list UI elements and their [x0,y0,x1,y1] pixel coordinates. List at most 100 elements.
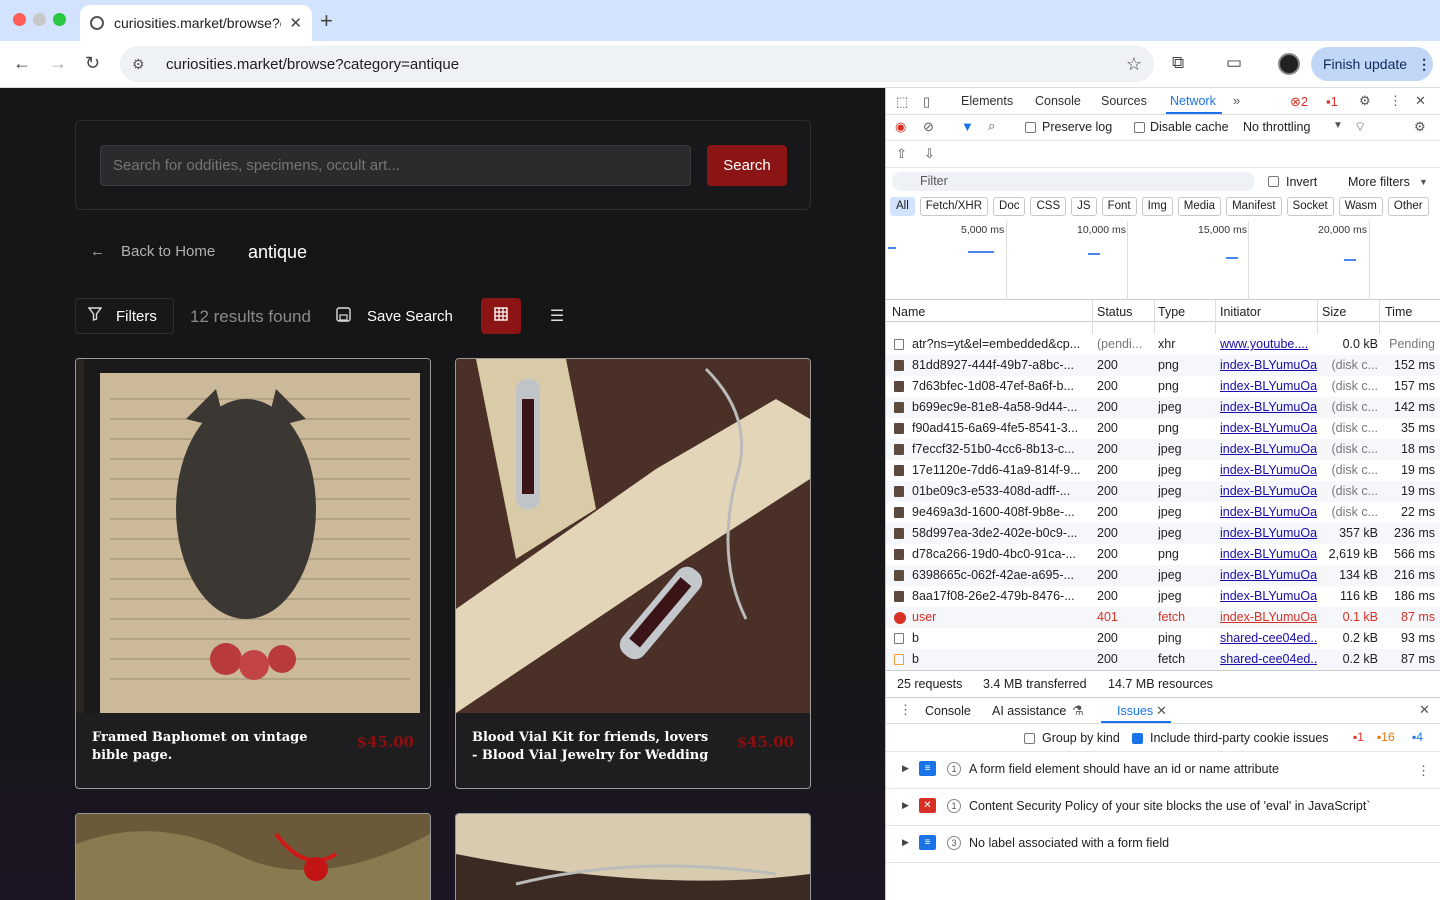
disable-cache-checkbox[interactable] [1134,122,1145,133]
cell-initiator[interactable]: index-BLYumuOa [1220,481,1317,502]
drawer-menu-icon[interactable]: ⋮ [899,702,912,718]
drawer-tab-issues[interactable]: Issues [1117,704,1153,718]
save-search-button[interactable]: Save Search [336,307,453,326]
cell-initiator[interactable]: www.youtube.... [1220,334,1317,355]
maximize-window-button[interactable] [53,13,66,26]
type-filter-js[interactable]: JS [1071,197,1097,216]
clear-icon[interactable]: ⊘ [923,119,934,135]
close-devtools-icon[interactable]: ✕ [1415,93,1426,109]
type-filter-manifest[interactable]: Manifest [1226,197,1282,216]
expand-triangle-icon[interactable]: ▶ [902,763,909,774]
throttling-select[interactable]: No throttling [1243,120,1310,134]
group-by-kind-checkbox[interactable] [1024,733,1035,744]
tab-console[interactable]: Console [1035,94,1081,108]
close-drawer-icon[interactable]: ✕ [1419,702,1430,718]
cast-icon[interactable]: ▭ [1226,53,1242,73]
more-filters-dropdown[interactable]: More filters [1348,175,1410,189]
device-toolbar-icon[interactable]: ▯ [923,94,930,110]
more-tabs-icon[interactable]: » [1233,93,1240,108]
list-view-button[interactable]: ☰ [541,298,573,334]
network-overview-timeline[interactable]: 5,000 ms 10,000 ms 15,000 ms 20,000 ms [886,221,1440,300]
reload-icon[interactable]: ↻ [85,53,100,74]
filters-button[interactable]: Filters [75,298,174,334]
product-image[interactable] [76,359,430,713]
request-row[interactable]: b 200 fetch shared-cee04ed... 0.2 kB 87 ms [886,649,1440,670]
cell-initiator[interactable]: index-BLYumuOa [1220,418,1317,439]
inspect-element-icon[interactable]: ⬚ [896,94,908,110]
column-size[interactable]: Size [1322,305,1346,319]
issue-row[interactable]: ▶ ≡ 3 No label associated with a form fi… [886,826,1440,863]
request-row[interactable]: b699ec9e-81e8-4a58-9d44-... 200 jpeg index-… [886,397,1440,418]
type-filter-css[interactable]: CSS [1030,197,1067,216]
dropdown-caret-icon[interactable]: ▼ [1333,120,1343,131]
address-bar[interactable]: ⚙ curiosities.market/browse?category=ant… [120,46,1154,82]
issue-row[interactable]: ▶ ≡ 1 A form field element should have a… [886,752,1440,789]
cell-initiator[interactable]: index-BLYumuOa [1220,397,1317,418]
new-tab-button[interactable]: + [320,8,333,34]
site-settings-icon[interactable]: ⚙ [132,56,150,73]
type-filter-img[interactable]: Img [1141,197,1173,216]
tab-network[interactable]: Network [1170,94,1216,108]
cell-initiator[interactable]: index-BLYumuOa [1220,355,1317,376]
bookmark-star-icon[interactable]: ☆ [1126,54,1142,75]
filter-funnel-icon[interactable]: ▼ [961,119,974,134]
product-card[interactable] [75,813,431,900]
column-status[interactable]: Status [1097,305,1132,319]
cell-initiator[interactable]: index-BLYumuOa [1220,544,1317,565]
third-party-cookie-checkbox[interactable] [1132,733,1143,744]
close-tab-icon[interactable]: ✕ [289,14,302,32]
minimize-window-button[interactable] [33,13,46,26]
profile-avatar[interactable] [1278,53,1300,75]
request-row[interactable]: 6398665c-062f-42ae-a695-... 200 jpeg index-… [886,565,1440,586]
cell-initiator[interactable]: index-BLYumuOa [1220,502,1317,523]
cell-initiator[interactable]: index-BLYumuOa [1220,565,1317,586]
type-filter-wasm[interactable]: Wasm [1338,197,1383,216]
search-icon[interactable]: ⌕ [988,118,995,134]
expand-triangle-icon[interactable]: ▶ [902,837,909,848]
tab-elements[interactable]: Elements [961,94,1013,108]
type-filter-doc[interactable]: Doc [993,197,1026,216]
back-to-home-link[interactable]: ← Back to Home [90,243,215,260]
cell-initiator[interactable]: shared-cee04ed... [1220,649,1317,670]
cell-initiator[interactable]: index-BLYumuOa [1220,586,1317,607]
warning-count-badge[interactable]: ▪1 [1326,94,1338,109]
request-row[interactable]: atr?ns=yt&el=embedded&cp... (pendi... xhr w… [886,334,1440,355]
back-arrow-icon[interactable]: ← [13,53,31,74]
error-count-badge[interactable]: ⊗2 [1290,94,1308,110]
import-har-icon[interactable]: ⇧ [896,146,907,162]
product-card[interactable] [455,813,811,900]
type-filter-other[interactable]: Other [1387,197,1429,216]
record-stop-icon[interactable]: ◉ [895,119,906,135]
product-card[interactable]: Blood Vial Kit for friends, lovers - Blo… [455,358,811,789]
type-filter-all[interactable]: All [890,197,915,216]
cell-initiator[interactable]: index-BLYumuOa [1220,439,1317,460]
browser-tab[interactable]: curiosities.market/browse?ca ✕ [80,5,312,41]
export-har-icon[interactable]: ⇩ [924,146,935,162]
issue-menu-icon[interactable]: ⋮ [1417,763,1430,779]
request-row[interactable]: 17e1120e-7dd6-41a9-814f-9... 200 jpeg index… [886,460,1440,481]
cell-initiator[interactable]: index-BLYumuOa [1220,607,1317,628]
product-image[interactable] [456,359,810,713]
cell-initiator[interactable]: index-BLYumuOa [1220,460,1317,481]
column-name[interactable]: Name [892,305,925,319]
extensions-icon[interactable]: ⧉ [1172,53,1184,73]
request-row[interactable]: 58d997ea-3de2-402e-b0c9-... 200 jpeg index-… [886,523,1440,544]
column-time[interactable]: Time [1385,305,1412,319]
product-name[interactable]: Framed Baphomet on vintage bible page. [92,729,332,765]
cell-initiator[interactable]: index-BLYumuOa [1220,376,1317,397]
product-name[interactable]: Blood Vial Kit for friends, lovers - Blo… [472,729,712,765]
drawer-tab-console[interactable]: Console [925,704,971,718]
cell-initiator[interactable]: index-BLYumuOa [1220,523,1317,544]
finish-update-button[interactable]: Finish update ⋮ [1311,47,1433,81]
request-row[interactable]: f90ad415-6a69-4fe5-8541-3... 200 png index-… [886,418,1440,439]
settings-gear-icon[interactable]: ⚙ [1359,93,1371,109]
request-row[interactable]: b 200 ping shared-cee04ed... 0.2 kB 93 ms [886,628,1440,649]
network-filter-input[interactable]: Filter [892,172,1255,191]
drawer-tab-ai-assistance[interactable]: AI assistance [992,704,1066,718]
product-image[interactable] [76,814,430,900]
product-card[interactable]: Framed Baphomet on vintage bible page. $… [75,358,431,789]
type-filter-media[interactable]: Media [1177,197,1222,216]
network-conditions-icon[interactable]: ⌔ [1354,119,1366,135]
close-issues-tab-icon[interactable]: ✕ [1156,703,1167,719]
type-filter-font[interactable]: Font [1101,197,1137,216]
